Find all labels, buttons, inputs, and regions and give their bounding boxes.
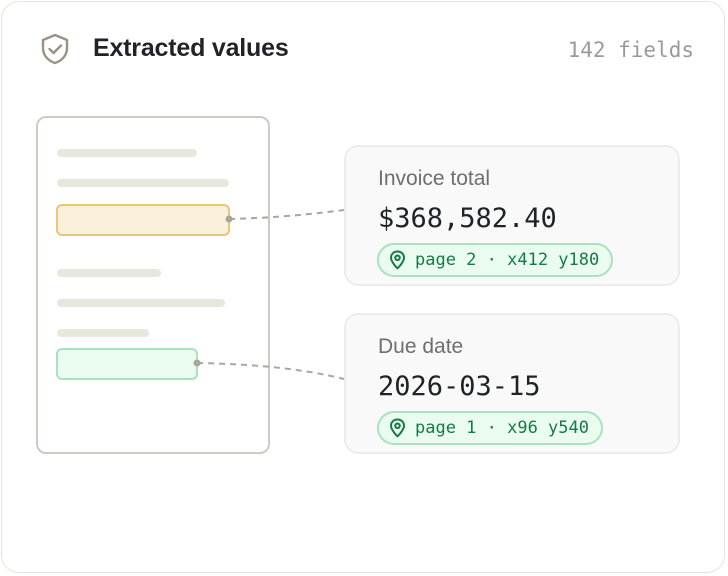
text-line-placeholder bbox=[57, 299, 225, 307]
text-line-placeholder bbox=[57, 269, 161, 277]
field-count: 142 fields bbox=[567, 38, 694, 62]
location-badge[interactable]: page 1 · x96 y540 bbox=[377, 411, 603, 445]
field-value: $368,582.40 bbox=[378, 203, 557, 234]
due-date-highlight[interactable] bbox=[56, 348, 198, 380]
field-card-due-date[interactable]: Due date 2026-03-15 page 1 · x96 y540 bbox=[344, 313, 680, 454]
field-value: 2026-03-15 bbox=[378, 371, 541, 402]
document-thumbnail bbox=[36, 116, 270, 454]
invoice-total-highlight[interactable] bbox=[56, 204, 230, 236]
text-line-placeholder bbox=[57, 179, 229, 187]
text-line-placeholder bbox=[57, 329, 149, 337]
page-title: Extracted values bbox=[93, 34, 289, 62]
map-pin-icon bbox=[390, 250, 405, 270]
location-text: page 2 · x412 y180 bbox=[415, 250, 600, 270]
shield-check-icon bbox=[41, 33, 69, 65]
field-card-invoice-total[interactable]: Invoice total $368,582.40 page 2 · x412 … bbox=[344, 145, 680, 286]
location-text: page 1 · x96 y540 bbox=[415, 418, 589, 438]
field-label: Invoice total bbox=[378, 167, 491, 190]
map-pin-icon bbox=[390, 418, 405, 438]
location-badge[interactable]: page 2 · x412 y180 bbox=[377, 243, 614, 277]
field-label: Due date bbox=[378, 335, 464, 358]
text-line-placeholder bbox=[57, 149, 197, 157]
